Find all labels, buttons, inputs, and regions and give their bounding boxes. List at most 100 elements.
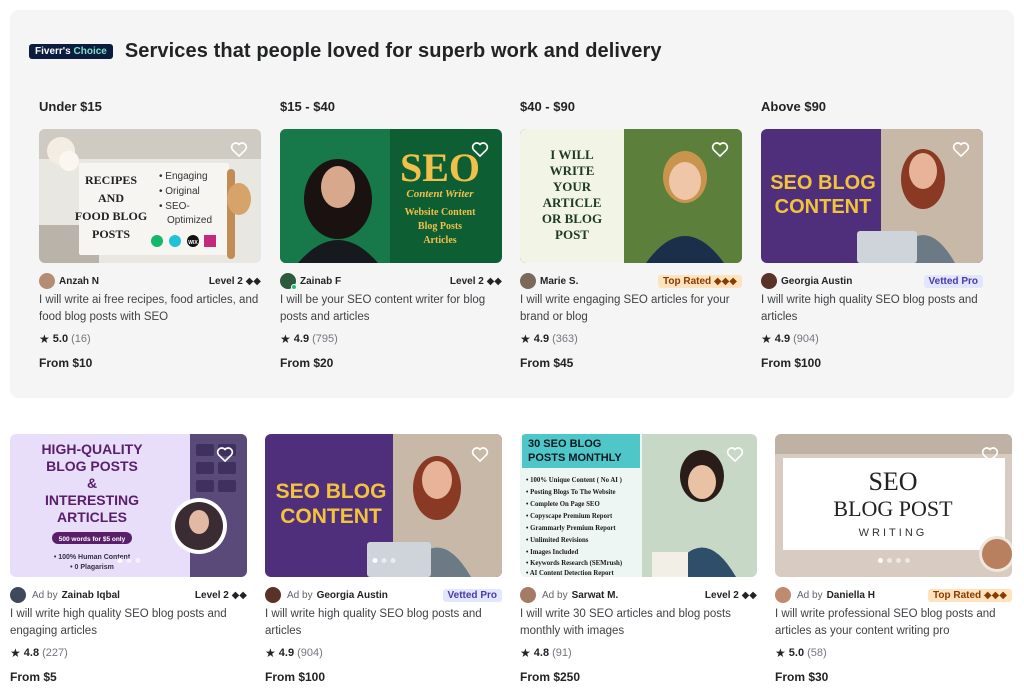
rating-row: ★ 4.9 (363) bbox=[520, 332, 742, 346]
seller-name[interactable]: Zainab F bbox=[300, 276, 341, 287]
rating-value: 4.9 bbox=[774, 333, 791, 345]
seller-row: Georgia Austin Vetted Pro bbox=[761, 272, 983, 290]
online-indicator bbox=[291, 284, 297, 290]
gig-card[interactable]: I WILL WRITE YOUR ARTICLE OR BLOG POST M… bbox=[520, 129, 742, 370]
top-rated-badge: Top Rated ◆◆◆ bbox=[928, 588, 1012, 602]
seller-level: Level 2 ◆◆ bbox=[449, 275, 502, 287]
thumb-left-line: AND bbox=[98, 191, 124, 205]
seller-row: Ad by Zainab Iqbal Level 2 ◆◆ bbox=[10, 586, 247, 604]
seller-row: Ad by Georgia Austin Vetted Pro bbox=[265, 586, 502, 604]
avatar[interactable] bbox=[520, 273, 536, 289]
gig-price: From $250 bbox=[520, 670, 581, 684]
seller-name[interactable]: Sarwat M. bbox=[572, 590, 619, 601]
gig-thumbnail[interactable]: SEO BLOG POST WRITING bbox=[775, 434, 1012, 577]
avatar[interactable] bbox=[39, 273, 55, 289]
gig-title[interactable]: I will write high quality SEO blog posts… bbox=[265, 606, 502, 640]
heart-icon[interactable] bbox=[229, 139, 249, 159]
heart-icon[interactable] bbox=[470, 444, 490, 464]
gig-title[interactable]: I will write high quality SEO blog posts… bbox=[761, 292, 983, 326]
star-icon: ★ bbox=[520, 332, 531, 346]
avatar[interactable] bbox=[10, 587, 26, 603]
thumb-logo-text: WIX bbox=[188, 240, 198, 246]
gig-thumbnail[interactable]: SEO Content Writer Website Content Blog … bbox=[280, 129, 502, 263]
review-count: (904) bbox=[793, 333, 819, 345]
avatar[interactable] bbox=[520, 587, 536, 603]
thumb-line: YOUR bbox=[553, 179, 592, 194]
thumb-line: I WILL bbox=[550, 147, 594, 162]
gig-card-ad[interactable]: 30 SEO BLOG POSTS MONTHLY • 100% Unique … bbox=[520, 434, 757, 684]
gig-card[interactable]: RECIPES AND FOOD BLOG POSTS • Engaging •… bbox=[39, 129, 261, 370]
seller-name[interactable]: Georgia Austin bbox=[317, 590, 388, 601]
rating-row: ★ 5.0 (16) bbox=[39, 332, 261, 346]
seller-level: Level 2 ◆◆ bbox=[194, 589, 247, 601]
seller-level: Level 2 ◆◆ bbox=[208, 275, 261, 287]
avatar[interactable] bbox=[761, 273, 777, 289]
gig-title[interactable]: I will be your SEO content writer for bl… bbox=[280, 292, 502, 326]
carousel-dots[interactable] bbox=[117, 558, 140, 563]
thumb-line: OR BLOG bbox=[542, 211, 602, 226]
seller-name[interactable]: Anzah N bbox=[59, 276, 99, 287]
thumb-pill: 500 words for $5 only bbox=[59, 536, 126, 543]
gig-card-ad[interactable]: SEO BLOG CONTENT Ad by Georgia Austin Ve… bbox=[265, 434, 502, 684]
rating-value: 4.9 bbox=[533, 333, 550, 345]
gig-image-seo-blog-content: SEO BLOG CONTENT bbox=[265, 434, 502, 577]
thumb-line: SEO bbox=[868, 467, 917, 496]
gig-thumbnail[interactable]: SEO BLOG CONTENT bbox=[265, 434, 502, 577]
seller-row: Zainab F Level 2 ◆◆ bbox=[280, 272, 502, 290]
price-tier-above-90: Above $90 bbox=[761, 99, 827, 114]
gig-thumbnail[interactable]: 30 SEO BLOG POSTS MONTHLY • 100% Unique … bbox=[520, 434, 757, 577]
seller-name[interactable]: Daniella H bbox=[827, 590, 875, 601]
thumb-heading: POSTS MONTHLY bbox=[528, 452, 622, 464]
seller-name[interactable]: Zainab Iqbal bbox=[62, 590, 120, 601]
gig-card[interactable]: SEO BLOG CONTENT Georgia Austin Vetted P… bbox=[761, 129, 983, 370]
gig-price: From $100 bbox=[265, 670, 326, 684]
gig-card[interactable]: SEO Content Writer Website Content Blog … bbox=[280, 129, 502, 370]
star-icon: ★ bbox=[265, 646, 276, 660]
avatar[interactable] bbox=[265, 587, 281, 603]
gig-price: From $100 bbox=[761, 356, 822, 370]
heart-icon[interactable] bbox=[725, 444, 745, 464]
gig-title[interactable]: I will write ai free recipes, food artic… bbox=[39, 292, 261, 326]
gig-title[interactable]: I will write 30 SEO articles and blog po… bbox=[520, 606, 757, 640]
thumb-line: INTERESTING bbox=[45, 492, 139, 508]
star-icon: ★ bbox=[775, 646, 786, 660]
gig-price: From $20 bbox=[280, 356, 334, 370]
seller-row: Ad by Daniella H Top Rated ◆◆◆ bbox=[775, 586, 1012, 604]
rating-row: ★ 4.9 (904) bbox=[761, 332, 983, 346]
section-title: Services that people loved for superb wo… bbox=[124, 40, 662, 62]
heart-icon[interactable] bbox=[980, 444, 1000, 464]
avatar[interactable] bbox=[280, 273, 297, 290]
gig-thumbnail[interactable]: SEO BLOG CONTENT bbox=[761, 129, 983, 263]
gig-title[interactable]: I will write professional SEO blog posts… bbox=[775, 606, 1012, 640]
seller-name[interactable]: Marie S. bbox=[540, 276, 578, 287]
gig-title[interactable]: I will write engaging SEO articles for y… bbox=[520, 292, 742, 326]
gig-title[interactable]: I will write high quality SEO blog posts… bbox=[10, 606, 247, 640]
seller-name[interactable]: Georgia Austin bbox=[781, 276, 852, 287]
thumb-list-item: • Images Included bbox=[526, 549, 578, 556]
thumb-line: ARTICLES bbox=[57, 509, 127, 525]
vetted-pro-badge: Vetted Pro bbox=[923, 274, 983, 288]
avatar[interactable] bbox=[775, 587, 791, 603]
heart-icon[interactable] bbox=[470, 139, 490, 159]
review-count: (904) bbox=[297, 647, 323, 659]
heart-icon[interactable] bbox=[215, 444, 235, 464]
gig-card-ad[interactable]: HIGH-QUALITY BLOG POSTS & INTERESTING AR… bbox=[10, 434, 247, 684]
gig-card-ad[interactable]: SEO BLOG POST WRITING Ad by Daniella H T… bbox=[775, 434, 1012, 684]
gig-thumbnail[interactable]: HIGH-QUALITY BLOG POSTS & INTERESTING AR… bbox=[10, 434, 247, 577]
thumb-list-item: • Copyscape Premium Report bbox=[526, 513, 613, 520]
gig-thumbnail[interactable]: I WILL WRITE YOUR ARTICLE OR BLOG POST bbox=[520, 129, 742, 263]
thumb-line: POST bbox=[555, 227, 589, 242]
thumb-line: Articles bbox=[423, 235, 456, 246]
gig-price: From $30 bbox=[775, 670, 829, 684]
carousel-dots[interactable] bbox=[372, 558, 395, 563]
heart-icon[interactable] bbox=[951, 139, 971, 159]
thumb-list-item: • Unlimited Revisions bbox=[526, 537, 589, 544]
thumb-line: SEO BLOG bbox=[276, 480, 387, 503]
thumb-script: Content Writer bbox=[406, 188, 474, 200]
carousel-dots[interactable] bbox=[877, 558, 910, 563]
heart-icon[interactable] bbox=[710, 139, 730, 159]
ad-label: Ad by bbox=[287, 589, 313, 601]
star-icon: ★ bbox=[39, 332, 50, 346]
price-tier-15-40: $15 - $40 bbox=[280, 99, 335, 114]
gig-thumbnail[interactable]: RECIPES AND FOOD BLOG POSTS • Engaging •… bbox=[39, 129, 261, 263]
